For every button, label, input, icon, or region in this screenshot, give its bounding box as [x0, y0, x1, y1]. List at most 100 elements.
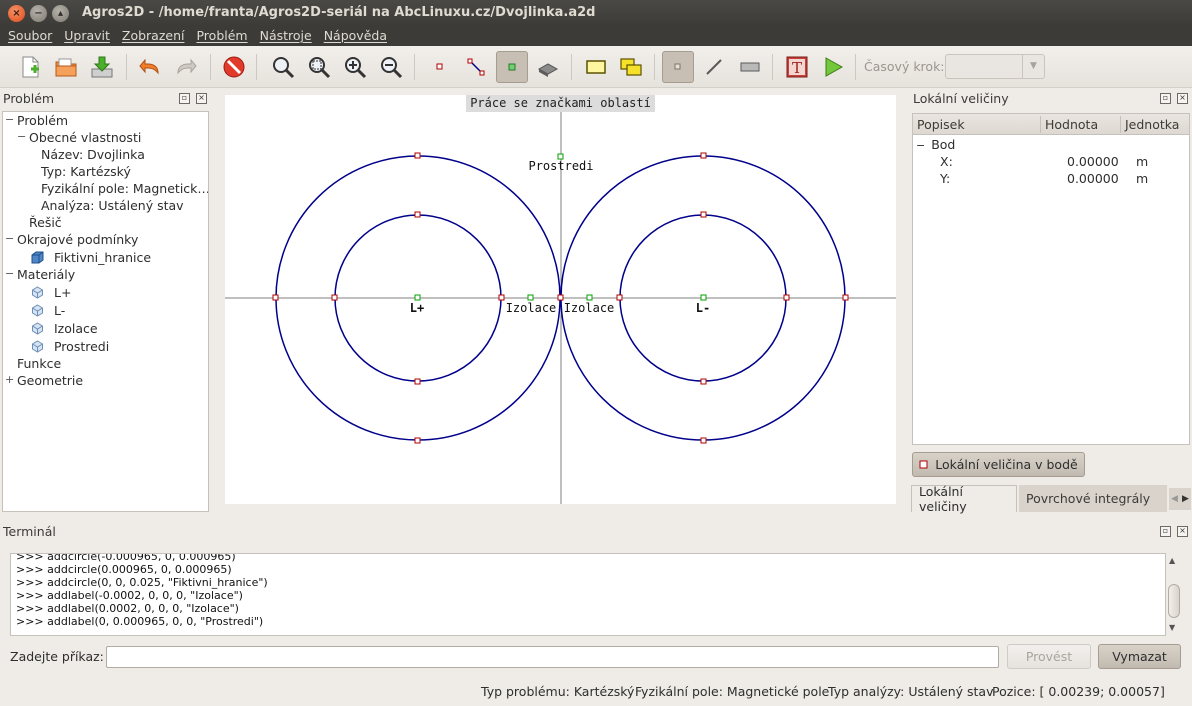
collapse-toggle-icon[interactable]: − [5, 232, 14, 245]
select-line-icon[interactable] [698, 51, 730, 83]
group-row-bod[interactable]: − Bod [916, 137, 955, 152]
node[interactable] [783, 294, 790, 301]
label-marker-l-minus[interactable] [700, 294, 707, 301]
redo-icon[interactable] [170, 51, 202, 83]
zoom-best-fit-icon[interactable] [267, 51, 299, 83]
column-header-jednotka[interactable]: Jednotka [1125, 117, 1179, 132]
solve-icon[interactable] [817, 51, 849, 83]
tab-scroll-left-icon[interactable]: ◀ [1169, 488, 1180, 510]
label-marker-izolace-right[interactable] [586, 294, 593, 301]
terminal-output[interactable]: >>> addcircle(-0.000965, 0, 0.000965) >>… [10, 553, 1166, 636]
command-input[interactable] [106, 646, 999, 668]
geometry-scene[interactable]: Prostredi L+ L- Izolace Izolace [225, 95, 896, 504]
select-area-icon[interactable] [734, 51, 766, 83]
scene-text-icon[interactable]: T [781, 51, 813, 83]
local-value-at-point-button[interactable]: Lokální veličina v bodě [912, 452, 1085, 477]
label-mode-icon[interactable] [496, 51, 528, 83]
tree-item-izolace[interactable]: Izolace [31, 321, 98, 338]
label-marker-izolace-left[interactable] [527, 294, 534, 301]
clear-button[interactable]: Vymazat [1098, 644, 1181, 669]
node[interactable] [414, 378, 421, 385]
zoom-in-icon[interactable] [339, 51, 371, 83]
zoom-out-icon[interactable] [375, 51, 407, 83]
status-problem-type: Typ problému: Kartézský [481, 684, 635, 699]
node-mode-icon[interactable] [424, 51, 456, 83]
menu-problem[interactable]: Problém [196, 26, 247, 46]
table-row[interactable]: X: [940, 154, 953, 169]
tree-item-boundaries[interactable]: − Okrajové podmínky [5, 232, 138, 249]
collapse-toggle-icon[interactable]: − [5, 113, 14, 126]
float-panel-icon[interactable]: ▫ [1160, 526, 1171, 537]
node[interactable] [557, 294, 564, 301]
open-file-icon[interactable] [50, 51, 82, 83]
tab-scroll-right-icon[interactable]: ▶ [1180, 488, 1191, 510]
table-row[interactable]: Y: [940, 171, 950, 186]
node[interactable] [700, 437, 707, 444]
node[interactable] [414, 437, 421, 444]
tree-item-solver[interactable]: Řešič [29, 215, 62, 232]
save-file-icon[interactable] [86, 51, 118, 83]
tree-item-general[interactable]: − Obecné vlastnosti [17, 130, 141, 147]
float-panel-icon[interactable]: ▫ [179, 93, 190, 104]
duplicate-icon[interactable] [615, 51, 647, 83]
tree-item-field[interactable]: Fyzikální pole: Magnetick… [41, 181, 208, 198]
scroll-down-icon[interactable]: ▼ [1169, 623, 1175, 632]
column-header-hodnota[interactable]: Hodnota [1045, 117, 1098, 132]
edge-mode-icon[interactable] [460, 51, 492, 83]
terminal-scrollbar[interactable]: ▲ ▼ [1166, 553, 1182, 636]
close-window-button[interactable]: × [8, 5, 25, 22]
menu-soubor[interactable]: Soubor [8, 26, 52, 46]
expand-toggle-icon[interactable]: + [5, 373, 14, 386]
label-marker-l-plus[interactable] [414, 294, 421, 301]
scroll-up-icon[interactable]: ▲ [1169, 556, 1175, 565]
node[interactable] [842, 294, 849, 301]
node[interactable] [700, 152, 707, 159]
menu-upravit[interactable]: Upravit [64, 26, 110, 46]
minimize-window-button[interactable]: − [30, 5, 47, 22]
tree-item-l-plus[interactable]: L+ [31, 285, 71, 302]
close-panel-icon[interactable]: × [196, 93, 207, 104]
tree-item-fiktivni-hranice[interactable]: Fiktivni_hranice [31, 250, 151, 267]
collapse-toggle-icon[interactable]: − [5, 267, 14, 280]
node[interactable] [498, 294, 505, 301]
postprocessor-icon[interactable] [532, 51, 564, 83]
undo-icon[interactable] [134, 51, 166, 83]
close-panel-icon[interactable]: × [1177, 93, 1188, 104]
maximize-window-button[interactable]: ▴ [52, 5, 69, 22]
tree-item-materials[interactable]: − Materiály [5, 267, 75, 284]
tree-item-l-minus[interactable]: L- [31, 303, 65, 320]
tree-item-name[interactable]: Název: Dvojlinka [41, 147, 145, 164]
tree-item-functions[interactable]: Funkce [17, 356, 61, 373]
zoom-region-icon[interactable] [303, 51, 335, 83]
menu-napoveda[interactable]: Nápověda [324, 26, 387, 46]
tab-local-values[interactable]: Lokální veličiny [911, 484, 1017, 514]
node[interactable] [414, 152, 421, 159]
scene-canvas[interactable]: Prostredi L+ L- Izolace Izolace [225, 95, 896, 504]
new-file-icon[interactable] [14, 51, 46, 83]
node[interactable] [616, 294, 623, 301]
tree-item-analysis[interactable]: Analýza: Ustálený stav [41, 198, 184, 215]
rectangle-icon[interactable] [580, 51, 612, 83]
select-point-icon[interactable] [662, 51, 694, 83]
collapse-toggle-icon[interactable]: − [17, 130, 26, 143]
tree-item-geometry[interactable]: + Geometrie [5, 373, 83, 390]
stop-icon[interactable] [218, 51, 250, 83]
collapse-toggle-icon[interactable]: − [916, 139, 925, 152]
menu-zobrazeni[interactable]: Zobrazení [122, 26, 185, 46]
node[interactable] [414, 211, 421, 218]
node[interactable] [331, 294, 338, 301]
node[interactable] [700, 378, 707, 385]
tree-item-type[interactable]: Typ: Kartézský [41, 164, 131, 181]
close-panel-icon[interactable]: × [1177, 526, 1188, 537]
node[interactable] [272, 294, 279, 301]
tree-item-prostredi[interactable]: Prostredi [31, 339, 109, 356]
tab-surface-integrals[interactable]: Povrchové integrály [1019, 485, 1167, 512]
timestep-select[interactable]: ▼ [945, 54, 1045, 79]
scrollbar-thumb[interactable] [1168, 584, 1180, 618]
tree-item-problem[interactable]: − Problém [5, 113, 68, 130]
node[interactable] [700, 211, 707, 218]
run-button[interactable]: Provést [1007, 644, 1091, 669]
column-header-popisek[interactable]: Popisek [917, 117, 965, 132]
menu-nastroje[interactable]: Nástroje [260, 26, 312, 46]
float-panel-icon[interactable]: ▫ [1160, 93, 1171, 104]
